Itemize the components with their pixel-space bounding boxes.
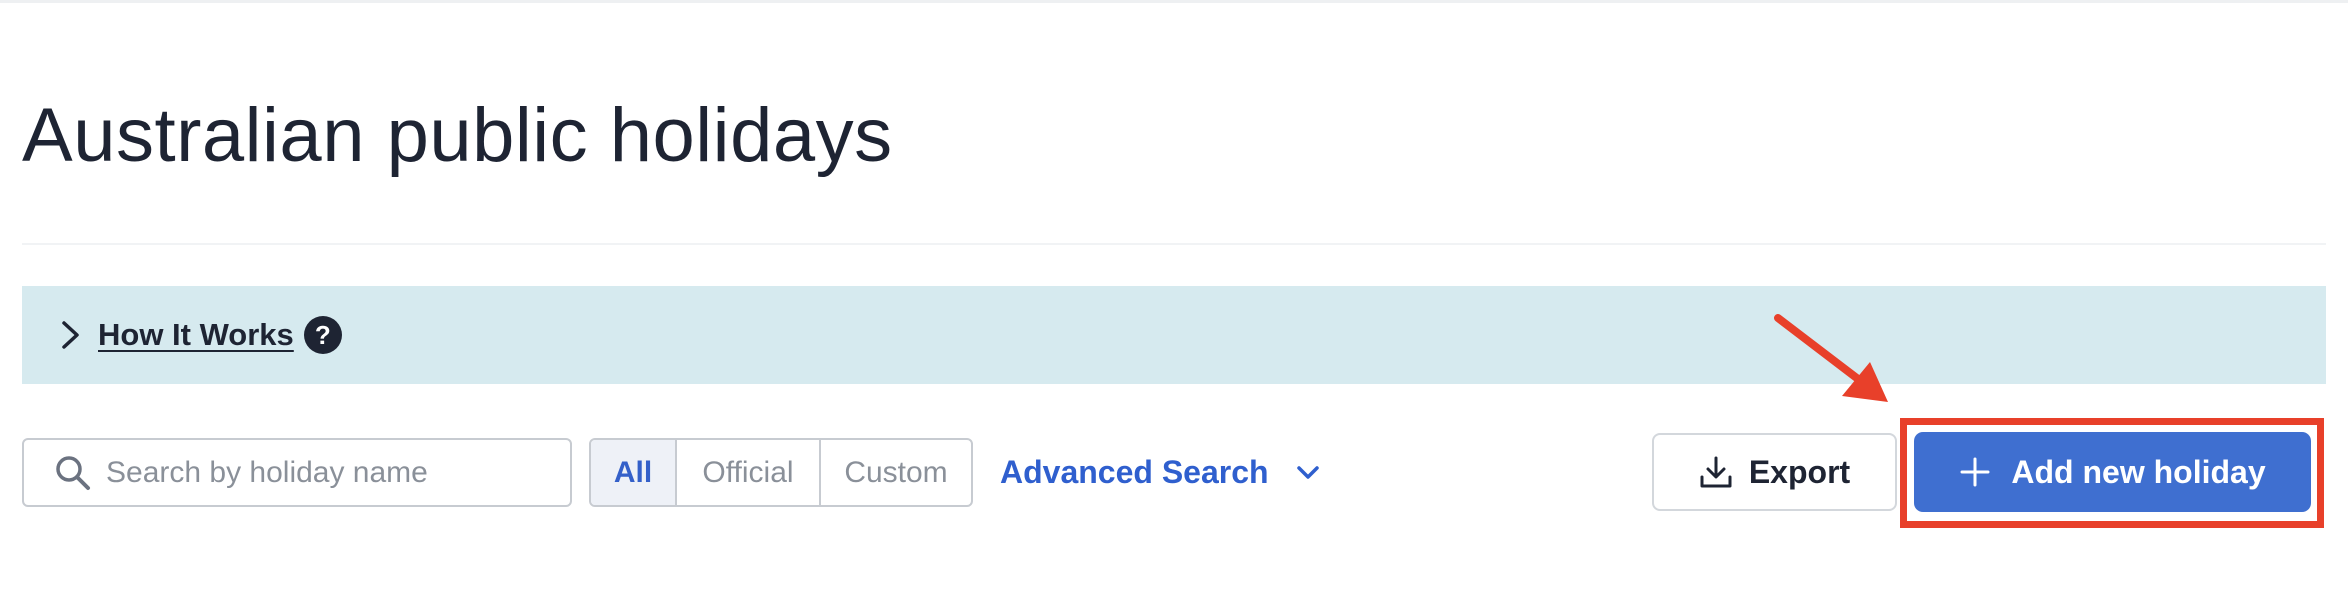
help-icon[interactable]: ? xyxy=(303,316,342,354)
advanced-search-label: Advanced Search xyxy=(1000,454,1269,490)
search-icon xyxy=(54,454,92,492)
filter-official[interactable]: Official xyxy=(677,440,821,505)
top-border xyxy=(0,0,2348,3)
add-new-holiday-button[interactable]: Add new holiday xyxy=(1914,432,2311,512)
page-title: Australian public holidays xyxy=(22,93,893,178)
add-new-holiday-label: Add new holiday xyxy=(2011,453,2266,490)
search-input[interactable] xyxy=(106,455,546,490)
advanced-search-toggle[interactable]: Advanced Search xyxy=(1000,438,1321,507)
annotation-arrow-icon xyxy=(1774,314,1888,402)
search-field[interactable] xyxy=(22,438,572,507)
holiday-type-filter: All Official Custom xyxy=(589,438,973,507)
export-button[interactable]: Export xyxy=(1652,433,1897,511)
how-it-works-banner: How It Works ? xyxy=(22,286,2326,384)
chevron-down-icon xyxy=(1295,460,1321,486)
title-divider xyxy=(22,243,2326,245)
download-icon xyxy=(1699,455,1733,489)
filter-all[interactable]: All xyxy=(591,440,677,505)
how-it-works-link[interactable]: How It Works xyxy=(98,317,294,353)
plus-icon xyxy=(1959,456,1991,488)
filter-custom[interactable]: Custom xyxy=(821,440,971,505)
chevron-right-icon[interactable] xyxy=(56,320,86,350)
export-label: Export xyxy=(1748,453,1851,490)
